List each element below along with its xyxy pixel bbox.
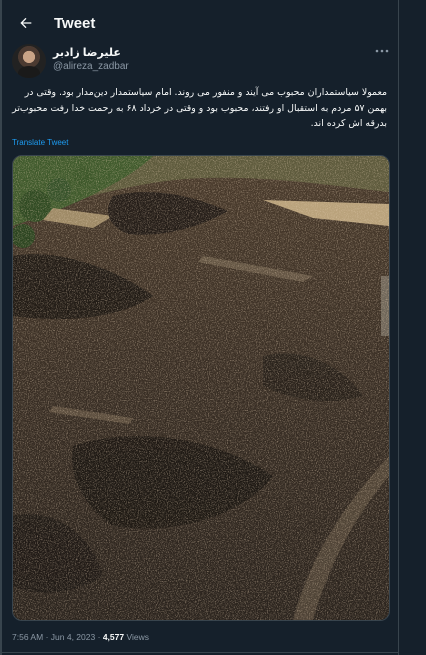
- more-horizontal-icon: [375, 49, 389, 53]
- divider: [2, 652, 398, 653]
- back-button[interactable]: [8, 5, 44, 41]
- tweet-photo[interactable]: [12, 155, 390, 621]
- arrow-left-icon: [20, 17, 32, 29]
- author-handle[interactable]: @alireza_zadbar: [53, 61, 129, 72]
- tweet-time[interactable]: 7:56 AM: [12, 632, 43, 642]
- crowd-photo: [13, 156, 389, 620]
- more-button[interactable]: [372, 44, 392, 58]
- views-label: Views: [126, 632, 149, 642]
- tweet-date[interactable]: Jun 4, 2023: [51, 632, 95, 642]
- meta-separator: ·: [97, 632, 101, 642]
- tweet-meta: 7:56 AM · Jun 4, 2023 · 4,577 Views: [12, 632, 149, 642]
- tweet-text: معمولا سیاستمداران محبوب می آیند و منفور…: [12, 87, 387, 129]
- translate-tweet-link[interactable]: Translate Tweet: [12, 138, 68, 147]
- left-border: [0, 0, 2, 655]
- right-sidebar: [399, 0, 426, 655]
- author-name[interactable]: علیرضا زادبر: [53, 46, 121, 59]
- views-count: 4,577: [102, 632, 125, 642]
- tweet-header: Tweet: [2, 0, 398, 46]
- page-title: Tweet: [54, 14, 96, 32]
- avatar[interactable]: [12, 44, 46, 78]
- meta-separator: ·: [45, 632, 49, 642]
